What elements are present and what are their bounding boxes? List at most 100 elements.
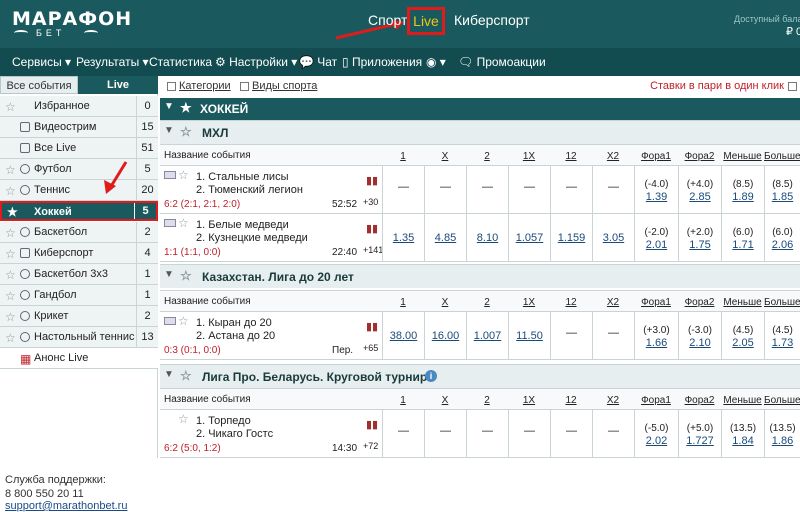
team-1[interactable]: 1. Стальные лисы xyxy=(196,171,288,183)
odds-cell[interactable]: 38.00 xyxy=(382,312,424,359)
column-header[interactable]: X xyxy=(424,151,466,162)
sidebar-item-cybersport[interactable]: ☆ Киберспорт 4 xyxy=(0,243,158,264)
star-filled-icon[interactable]: ★ xyxy=(7,205,18,219)
team-2[interactable]: 2. Чикаго Гостс xyxy=(196,428,273,440)
odds-value[interactable]: — xyxy=(551,181,592,193)
column-header[interactable]: Фора1 xyxy=(634,297,678,308)
nav-sport[interactable]: Спорт xyxy=(368,12,407,28)
odds-cell[interactable]: (8.5) 1.89 xyxy=(721,166,764,213)
odds-value[interactable]: 1.75 xyxy=(679,239,721,251)
menu-coin[interactable]: ◉ ▾ xyxy=(426,55,446,69)
odds-cell[interactable]: — xyxy=(466,410,508,457)
column-header[interactable]: Больше xyxy=(764,151,800,162)
menu-apps[interactable]: ▯ Приложения xyxy=(342,55,422,69)
odds-cell[interactable]: 4.85 xyxy=(424,214,466,261)
odds-cell[interactable]: (+5.0) 1.727 xyxy=(678,410,721,457)
odds-cell[interactable]: (6.0) 2.06 xyxy=(764,214,800,261)
odds-value[interactable]: 11.50 xyxy=(509,330,550,342)
odds-value[interactable]: 2.02 xyxy=(635,435,678,447)
odds-cell[interactable]: — xyxy=(466,166,508,213)
team-1[interactable]: 1. Торпедо xyxy=(196,415,251,427)
more-markets-link[interactable]: +65 xyxy=(363,343,378,353)
support-email[interactable]: support@marathonbet.ru xyxy=(5,500,127,512)
odds-value[interactable]: 38.00 xyxy=(383,330,424,342)
chevron-down-icon[interactable]: ▼ xyxy=(164,101,174,112)
column-header[interactable]: Фора2 xyxy=(678,395,721,406)
sports-checkbox[interactable] xyxy=(240,82,249,91)
sidebar-item-favorites[interactable]: ☆ Избранное 0 xyxy=(0,96,158,117)
categories-link[interactable]: Категории xyxy=(179,80,231,92)
odds-value[interactable]: 1.86 xyxy=(765,435,800,447)
star-icon[interactable]: ☆ xyxy=(5,226,16,240)
info-icon[interactable]: i xyxy=(425,370,437,382)
odds-cell[interactable]: 16.00 xyxy=(424,312,466,359)
odds-value[interactable]: — xyxy=(383,181,424,193)
team-1[interactable]: 1. Белые медведи xyxy=(196,219,289,231)
stats-bars-icon[interactable]: ▮▮ xyxy=(366,222,378,235)
column-header[interactable]: X xyxy=(424,297,466,308)
odds-value[interactable]: 1.007 xyxy=(467,330,508,342)
odds-cell[interactable]: 1.35 xyxy=(382,214,424,261)
odds-value[interactable]: 2.85 xyxy=(679,191,721,203)
odds-value[interactable]: 2.01 xyxy=(635,239,678,251)
more-markets-link[interactable]: +141 xyxy=(363,245,383,255)
odds-cell[interactable]: 1.057 xyxy=(508,214,550,261)
odds-value[interactable]: 1.35 xyxy=(383,232,424,244)
column-header[interactable]: 2 xyxy=(466,151,508,162)
categories-checkbox[interactable] xyxy=(167,82,176,91)
odds-cell[interactable]: (4.5) 2.05 xyxy=(721,312,764,359)
star-filled-icon[interactable]: ★ xyxy=(180,100,192,116)
column-header[interactable]: Меньше xyxy=(721,395,764,406)
odds-value[interactable]: 1.727 xyxy=(679,435,721,447)
sidebar-item-videostream[interactable]: Видеострим 15 xyxy=(0,117,158,138)
odds-cell[interactable]: — xyxy=(424,166,466,213)
column-header[interactable]: 1 xyxy=(382,297,424,308)
star-icon[interactable]: ☆ xyxy=(178,168,189,182)
odds-cell[interactable]: 3.05 xyxy=(592,214,634,261)
one-click-bet-toggle[interactable]: Ставки в пари в один клик xyxy=(650,80,784,92)
star-icon[interactable]: ☆ xyxy=(178,216,189,230)
odds-cell[interactable]: (-5.0) 2.02 xyxy=(634,410,678,457)
team-1[interactable]: 1. Кыран до 20 xyxy=(196,317,272,329)
odds-value[interactable]: — xyxy=(593,425,634,437)
league-header[interactable]: ▼ ☆ МХЛ xyxy=(160,120,800,144)
sports-link[interactable]: Виды спорта xyxy=(252,80,317,92)
tab-all-events[interactable]: Все события xyxy=(0,76,78,94)
sidebar-item-all-live[interactable]: Все Live 51 xyxy=(0,138,158,159)
sidebar-item-cricket[interactable]: ☆ Крикет 2 xyxy=(0,306,158,327)
logo[interactable]: МАРАФОН xyxy=(12,8,132,30)
odds-value[interactable]: 16.00 xyxy=(425,330,466,342)
odds-value[interactable]: 1.66 xyxy=(635,337,678,349)
odds-value[interactable]: 8.10 xyxy=(467,232,508,244)
odds-cell[interactable]: — xyxy=(508,410,550,457)
odds-cell[interactable]: — xyxy=(382,166,424,213)
menu-promos[interactable]: 🗨 Промоакции xyxy=(458,55,546,69)
column-header[interactable]: 1 xyxy=(382,151,424,162)
star-icon[interactable]: ☆ xyxy=(5,163,16,177)
menu-services[interactable]: Сервисы ▾ xyxy=(12,55,71,69)
odds-cell[interactable]: (+3.0) 1.66 xyxy=(634,312,678,359)
odds-cell[interactable]: — xyxy=(424,410,466,457)
column-header[interactable]: 1 xyxy=(382,395,424,406)
sidebar-item-table-tennis[interactable]: ☆ Настольный теннис 13 xyxy=(0,327,158,348)
column-header[interactable]: Фора1 xyxy=(634,151,678,162)
column-header[interactable]: X2 xyxy=(592,395,634,406)
more-markets-link[interactable]: +30 xyxy=(363,197,378,207)
support-phone[interactable]: 8 800 550 20 11 xyxy=(5,488,84,500)
team-2[interactable]: 2. Тюменский легион xyxy=(196,184,303,196)
odds-cell[interactable]: — xyxy=(550,312,592,359)
nav-cybersport[interactable]: Киберспорт xyxy=(454,12,530,28)
odds-value[interactable]: — xyxy=(551,327,592,339)
star-icon[interactable]: ☆ xyxy=(5,184,16,198)
star-icon[interactable]: ☆ xyxy=(5,247,16,261)
chevron-down-icon[interactable]: ▼ xyxy=(164,369,174,380)
nav-live[interactable]: Live xyxy=(407,7,445,35)
star-icon[interactable]: ☆ xyxy=(5,100,16,114)
team-2[interactable]: 2. Кузнецкие медведи xyxy=(196,232,308,244)
star-icon[interactable]: ☆ xyxy=(5,310,16,324)
odds-value[interactable]: — xyxy=(467,425,508,437)
odds-cell[interactable]: (-4.0) 1.39 xyxy=(634,166,678,213)
odds-cell[interactable]: — xyxy=(550,410,592,457)
column-header[interactable]: 2 xyxy=(466,297,508,308)
chevron-down-icon[interactable]: ▼ xyxy=(164,125,174,136)
